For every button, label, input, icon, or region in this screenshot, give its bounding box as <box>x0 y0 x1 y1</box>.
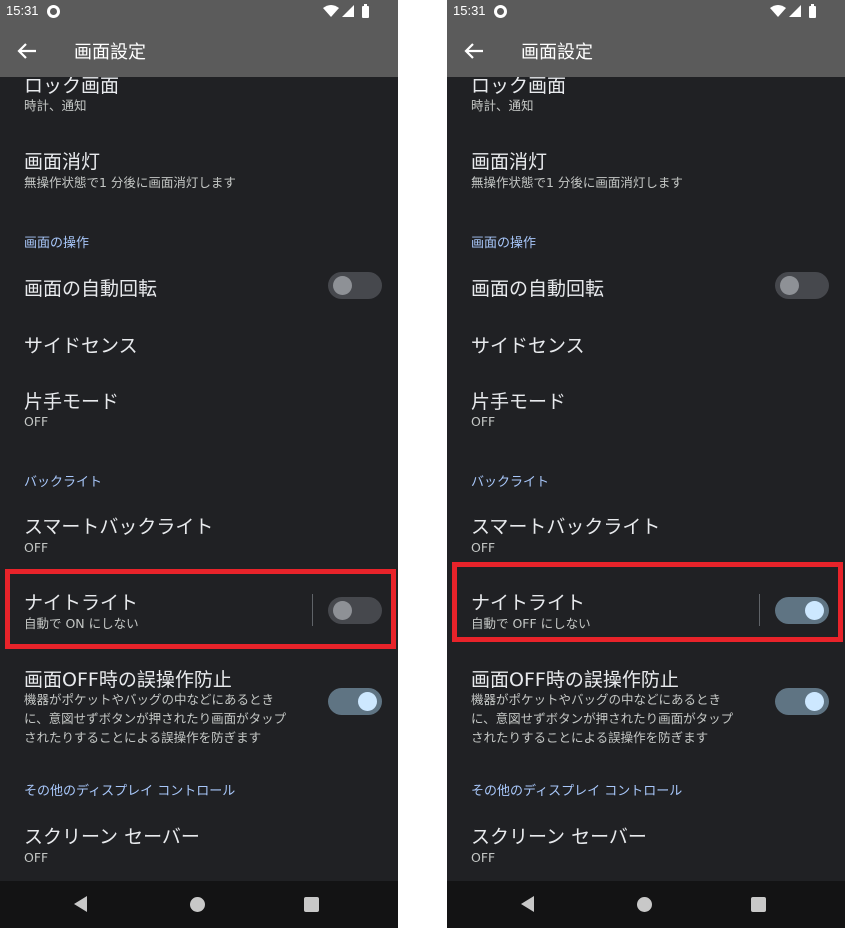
arrow-left-icon[interactable] <box>461 38 487 64</box>
setting-title: ロック画面 <box>471 77 567 97</box>
setting-title: 片手モード <box>471 391 567 413</box>
phone-screen-right: 15:31 画面設定 ロック画面 時計、通知 画面消灯 無操作状態で1 分後に画… <box>447 0 845 928</box>
setting-title: 画面消灯 <box>471 151 548 173</box>
setting-summary: OFF <box>471 540 496 555</box>
arrow-left-icon[interactable] <box>14 38 40 64</box>
setting-summary: OFF <box>24 850 49 865</box>
navigation-bar <box>447 881 845 928</box>
nav-home-icon[interactable] <box>190 897 205 912</box>
pocket-mode-toggle[interactable] <box>775 688 829 715</box>
nav-recents-icon[interactable] <box>751 897 766 912</box>
setting-lock-screen[interactable]: ロック画面 時計、通知 <box>447 77 845 119</box>
battery-icon <box>362 4 369 18</box>
pocket-mode-toggle[interactable] <box>328 688 382 715</box>
status-bar: 15:31 <box>447 0 845 24</box>
setting-one-hand-mode[interactable]: 片手モード OFF <box>0 377 398 437</box>
toggle-knob <box>780 276 799 295</box>
setting-summary-line: 機器がポケットやバッグの中などにあるとき <box>24 692 275 707</box>
setting-summary: 時計、通知 <box>471 98 534 113</box>
app-toolbar: 画面設定 <box>447 24 845 77</box>
setting-summary: 時計、通知 <box>24 98 87 113</box>
setting-summary: OFF <box>471 414 496 429</box>
setting-title: 画面消灯 <box>24 151 101 173</box>
nav-back-icon[interactable] <box>74 896 87 912</box>
setting-screen-sleep[interactable]: 画面消灯 無操作状態で1 分後に画面消灯します <box>447 137 845 201</box>
setting-summary: OFF <box>24 414 49 429</box>
nav-home-icon[interactable] <box>637 897 652 912</box>
category-header: バックライト <box>471 475 550 490</box>
setting-summary-line: に、意図せずボタンが押されたり画面がタップ <box>471 711 734 726</box>
setting-one-hand-mode[interactable]: 片手モード OFF <box>447 377 845 437</box>
setting-summary-line: 機器がポケットやバッグの中などにあるとき <box>471 692 722 707</box>
setting-summary-line: に、意図せずボタンが押されたり画面がタップ <box>24 711 287 726</box>
setting-lock-screen[interactable]: ロック画面 時計、通知 <box>0 77 398 119</box>
signal-icon <box>789 5 801 17</box>
setting-title: ロック画面 <box>24 77 120 97</box>
nav-recents-icon[interactable] <box>304 897 319 912</box>
category-header: 画面の操作 <box>24 236 90 251</box>
setting-pocket-mode[interactable]: 画面OFF時の誤操作防止 機器がポケットやバッグの中などにあるとき に、意図せず… <box>447 657 845 747</box>
auto-rotate-toggle[interactable] <box>328 272 382 299</box>
setting-side-sense[interactable]: サイドセンス <box>0 320 398 368</box>
toggle-knob <box>805 692 824 711</box>
system-icons <box>322 3 370 19</box>
phone-screen-left: 15:31 画面設定 ロック画面 時計、通知 画面消灯 無操作状態で1 分後に画… <box>0 0 398 928</box>
battery-icon <box>809 4 816 18</box>
setting-title: 画面の自動回転 <box>471 278 605 300</box>
wifi-icon <box>770 5 786 17</box>
setting-title: スマートバックライト <box>471 516 661 538</box>
category-header: その他のディスプレイ コントロール <box>24 784 236 799</box>
status-time: 15:31 <box>6 3 39 18</box>
toggle-knob <box>358 692 377 711</box>
category-header: その他のディスプレイ コントロール <box>471 784 683 799</box>
notification-icon <box>47 5 60 18</box>
setting-title: サイドセンス <box>471 335 585 357</box>
signal-icon <box>342 5 354 17</box>
setting-title: 画面OFF時の誤操作防止 <box>24 669 232 691</box>
status-time: 15:31 <box>453 3 486 18</box>
setting-summary-line: されたりすることによる誤操作を防ぎます <box>471 730 709 745</box>
setting-title: 片手モード <box>24 391 120 413</box>
page-title: 画面設定 <box>74 42 146 63</box>
setting-summary: OFF <box>471 850 496 865</box>
setting-title: スクリーン セーバー <box>471 826 647 848</box>
setting-title: サイドセンス <box>24 335 138 357</box>
setting-smart-backlight[interactable]: スマートバックライト OFF <box>447 502 845 562</box>
settings-list[interactable]: ロック画面 時計、通知 画面消灯 無操作状態で1 分後に画面消灯します 画面の操… <box>0 77 398 881</box>
setting-auto-rotate[interactable]: 画面の自動回転 <box>0 262 398 310</box>
setting-side-sense[interactable]: サイドセンス <box>447 320 845 368</box>
app-toolbar: 画面設定 <box>0 24 398 77</box>
wifi-icon <box>323 5 339 17</box>
setting-screen-saver[interactable]: スクリーン セーバー OFF <box>447 812 845 872</box>
setting-summary-line: されたりすることによる誤操作を防ぎます <box>24 730 262 745</box>
notification-icon <box>494 5 507 18</box>
auto-rotate-toggle[interactable] <box>775 272 829 299</box>
system-icons <box>769 3 817 19</box>
navigation-bar <box>0 881 398 928</box>
nav-back-icon[interactable] <box>521 896 534 912</box>
settings-list[interactable]: ロック画面 時計、通知 画面消灯 無操作状態で1 分後に画面消灯します 画面の操… <box>447 77 845 881</box>
page-title: 画面設定 <box>521 42 593 63</box>
setting-pocket-mode[interactable]: 画面OFF時の誤操作防止 機器がポケットやバッグの中などにあるとき に、意図せず… <box>0 657 398 747</box>
setting-summary: 無操作状態で1 分後に画面消灯します <box>24 175 236 190</box>
status-bar: 15:31 <box>0 0 398 24</box>
setting-smart-backlight[interactable]: スマートバックライト OFF <box>0 502 398 562</box>
setting-screen-sleep[interactable]: 画面消灯 無操作状態で1 分後に画面消灯します <box>0 137 398 201</box>
toggle-knob <box>333 276 352 295</box>
setting-summary: 無操作状態で1 分後に画面消灯します <box>471 175 683 190</box>
highlight-box <box>5 569 396 649</box>
category-header: バックライト <box>24 475 103 490</box>
setting-title: 画面の自動回転 <box>24 278 158 300</box>
setting-title: 画面OFF時の誤操作防止 <box>471 669 679 691</box>
setting-auto-rotate[interactable]: 画面の自動回転 <box>447 262 845 310</box>
setting-title: スクリーン セーバー <box>24 826 200 848</box>
highlight-box <box>452 562 843 642</box>
setting-summary: OFF <box>24 540 49 555</box>
category-header: 画面の操作 <box>471 236 537 251</box>
setting-title: スマートバックライト <box>24 516 214 538</box>
setting-screen-saver[interactable]: スクリーン セーバー OFF <box>0 812 398 872</box>
